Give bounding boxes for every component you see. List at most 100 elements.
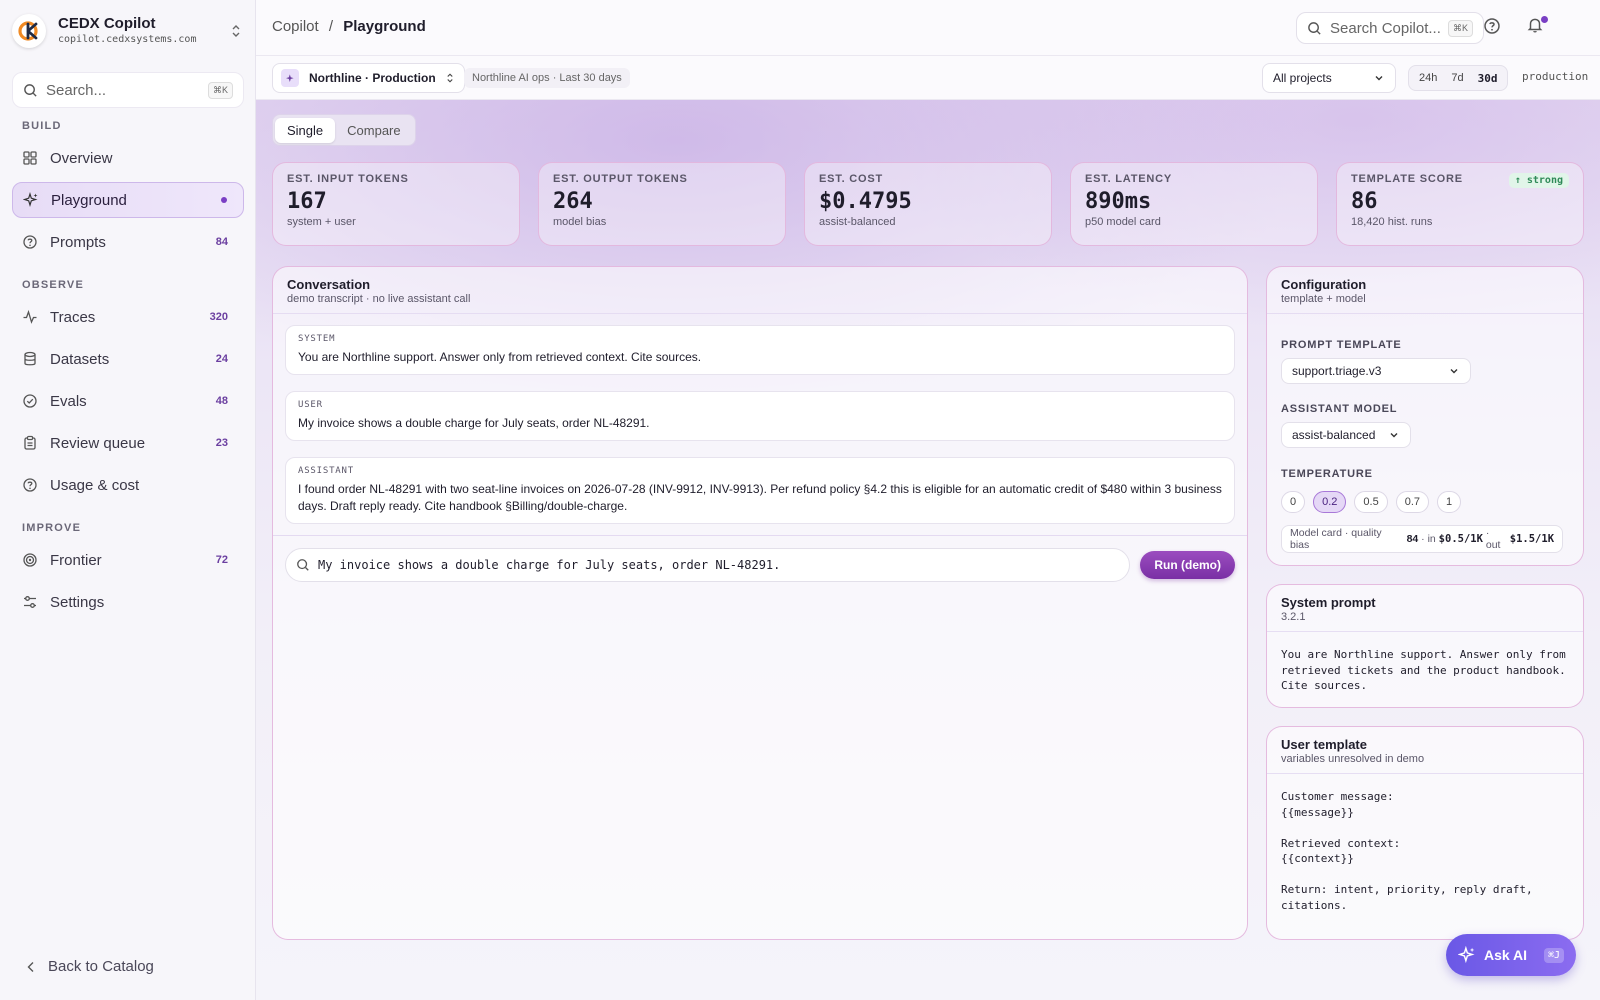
sidebar-item-prompts[interactable]: Prompts 84 [12, 224, 244, 260]
system-prompt-text: You are Northline support. Answer only f… [1281, 648, 1566, 692]
range-7d[interactable]: 7d [1444, 69, 1470, 87]
range-30d[interactable]: 30d [1471, 69, 1505, 88]
activity-icon [23, 309, 37, 324]
assistant-model-select[interactable]: assist-balanced [1281, 422, 1411, 448]
back-label: Back to Catalog [48, 958, 154, 975]
prompt-template-select[interactable]: support.triage.v3 [1281, 358, 1471, 384]
tab-compare[interactable]: Compare [335, 118, 412, 143]
breadcrumb: Copilot / Playground [272, 18, 426, 35]
search-icon [297, 559, 309, 571]
tab-single[interactable]: Single [275, 117, 336, 143]
ask-ai-button[interactable]: Ask AI ⌘J [1446, 934, 1576, 976]
global-search[interactable]: Search Copilot... ⌘K [1296, 12, 1484, 44]
sidebar-item-label: Usage & cost [50, 476, 140, 494]
assistant-model-value: assist-balanced [1292, 428, 1376, 442]
stat-output-tokens: EST. OUTPUT TOKENS 264 model bias [538, 162, 786, 246]
stat-value: 264 [553, 189, 593, 214]
section-build: BUILD [22, 120, 62, 132]
workspace-switcher[interactable]: CEDX Copilot copilot.cedxsystems.com [12, 12, 244, 50]
temp-option-0-5[interactable]: 0.5 [1354, 491, 1388, 513]
sidebar-item-label: Traces [50, 308, 96, 326]
user-template-text: Customer message: {{message}} Retrieved … [1281, 790, 1533, 912]
sidebar-item-label: Evals [50, 392, 87, 410]
model-card-prefix: Model card · quality bias [1290, 527, 1382, 551]
message-assistant: ASSISTANT I found order NL-48291 with tw… [285, 457, 1235, 524]
project-icon-tile [281, 69, 299, 87]
sidebar-item-label: Frontier [50, 551, 102, 569]
notification-dot [1541, 16, 1548, 23]
sidebar-search[interactable]: Search... ⌘K [12, 72, 244, 108]
cedx-logo [12, 14, 46, 48]
prompt-template-label: PROMPT TEMPLATE [1281, 339, 1402, 351]
sidebar-item-usage-cost[interactable]: Usage & cost [12, 467, 244, 503]
app-name: CEDX Copilot [58, 15, 156, 32]
check-circle-icon [23, 394, 37, 408]
stat-label: EST. INPUT TOKENS [287, 173, 409, 185]
topbar: Copilot / Playground Search Copilot... ⌘… [256, 0, 1600, 56]
sidebar-item-count: 320 [209, 311, 228, 323]
temperature-label: TEMPERATURE [1281, 468, 1373, 480]
project-meta: Northline AI ops · Last 30 days [464, 68, 630, 88]
back-to-catalog-link[interactable]: Back to Catalog [24, 958, 154, 975]
model-card-in-label: · in [1421, 533, 1436, 545]
stat-sub: model bias [553, 216, 607, 228]
sidebar-item-label: Playground [51, 191, 127, 209]
sidebar-item-label: Review queue [50, 434, 146, 452]
sidebar-item-frontier[interactable]: Frontier 72 [12, 542, 244, 578]
stat-input-tokens: EST. INPUT TOKENS 167 system + user [272, 162, 520, 246]
stat-template-score: TEMPLATE SCORE 86 18,420 hist. runs ↑ st… [1336, 162, 1584, 246]
configuration-subtitle: template + model [1281, 293, 1366, 305]
configuration-panel: Configuration template + model PROMPT TE… [1266, 266, 1584, 566]
database-icon [24, 351, 36, 366]
sidebar-search-placeholder: Search... [46, 81, 107, 99]
sidebar-item-settings[interactable]: Settings [12, 584, 244, 620]
sidebar-item-review-queue[interactable]: Review queue 23 [12, 425, 244, 461]
sidebar-item-evals[interactable]: Evals 48 [12, 383, 244, 419]
message-input[interactable]: My invoice shows a double charge for Jul… [285, 548, 1131, 582]
project-filter-value: All projects [1273, 71, 1332, 85]
run-demo-button[interactable]: Run (demo) [1140, 551, 1235, 579]
stat-label: EST. OUTPUT TOKENS [553, 173, 688, 185]
sidebar: CEDX Copilot copilot.cedxsystems.com Sea… [0, 0, 256, 1000]
conversation-header: Conversation demo transcript · no live a… [273, 267, 1247, 314]
sidebar-item-traces[interactable]: Traces 320 [12, 299, 244, 335]
stat-latency: EST. LATENCY 890ms p50 model card [1070, 162, 1318, 246]
temp-option-0-2[interactable]: 0.2 [1313, 491, 1347, 513]
system-prompt-title: System prompt [1281, 595, 1376, 610]
mode-tabs: Single Compare [272, 114, 416, 146]
help-circle-icon [1484, 18, 1500, 34]
shortcut-badge: ⌘K [207, 81, 233, 99]
notifications-button[interactable] [1526, 16, 1548, 38]
stat-sub: 18,420 hist. runs [1351, 216, 1433, 228]
sidebar-item-label: Overview [50, 149, 113, 167]
help-button[interactable] [1483, 17, 1505, 39]
sidebar-item-playground[interactable]: Playground [12, 182, 244, 218]
sidebar-item-label: Datasets [50, 350, 110, 368]
sidebar-item-count: 72 [215, 554, 228, 566]
message-system: SYSTEM You are Northline support. Answer… [285, 325, 1235, 375]
user-template-panel: User template variables unresolved in de… [1266, 726, 1584, 940]
project-filter-select[interactable]: All projects [1262, 63, 1396, 93]
sidebar-item-datasets[interactable]: Datasets 24 [12, 341, 244, 377]
clipboard-icon [24, 435, 36, 450]
chevron-updown-icon [232, 25, 240, 37]
temp-option-0[interactable]: 0 [1281, 491, 1306, 513]
stat-value: $0.4795 [819, 189, 912, 214]
stat-value: 86 [1351, 189, 1378, 214]
breadcrumb-root[interactable]: Copilot [272, 18, 319, 35]
sidebar-item-overview[interactable]: Overview [12, 140, 244, 176]
temperature-options: 0 0.2 0.5 0.7 1 [1281, 491, 1462, 513]
project-switcher[interactable]: Northline · Production [272, 63, 465, 93]
range-24h[interactable]: 24h [1412, 69, 1444, 87]
temp-option-0-7[interactable]: 0.7 [1395, 491, 1430, 513]
strong-badge: ↑ strong [1508, 173, 1569, 188]
stat-sub: system + user [287, 216, 356, 228]
configuration-title: Configuration [1281, 277, 1367, 292]
system-prompt-version: 3.2.1 [1281, 611, 1306, 623]
model-card-out-label: · out [1485, 527, 1501, 551]
chevron-down-icon [1450, 369, 1458, 374]
breadcrumb-current: Playground [343, 18, 426, 35]
temp-option-1[interactable]: 1 [1437, 491, 1462, 513]
prompt-template-value: support.triage.v3 [1292, 364, 1382, 378]
breadcrumb-separator: / [328, 18, 334, 35]
